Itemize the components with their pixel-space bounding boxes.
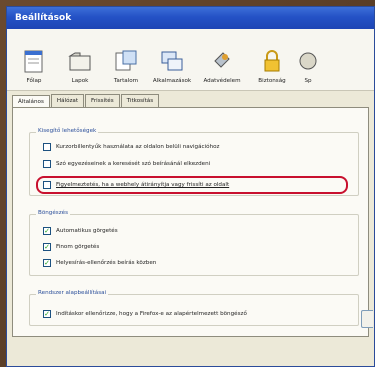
default-browser-legend: Rendszer alapbeállításai: [36, 290, 109, 296]
option-label: Indításkor ellenőrizze, hogy a Firefox-e…: [56, 311, 247, 317]
applications-icon: [161, 51, 183, 71]
tabs-icon: [68, 52, 91, 71]
checkbox-smooth-scroll[interactable]: ✓: [43, 243, 51, 251]
checkbox-autoscroll[interactable]: ✓: [43, 227, 51, 235]
option-smooth-scroll[interactable]: ✓ Finom görgetés: [43, 243, 99, 251]
checkbox-spellcheck[interactable]: ✓: [43, 259, 51, 267]
toolbar-label: Alkalmazások: [152, 78, 192, 84]
security-lock-icon: [264, 50, 280, 72]
option-cursor-navigation[interactable]: Kurzorbillentyűk használata az oldalon b…: [43, 143, 219, 151]
tab-encryption[interactable]: Titkosítás: [120, 94, 160, 107]
checkbox-default-browser-check[interactable]: ✓: [43, 310, 51, 318]
option-spellcheck[interactable]: ✓ Helyesírás-ellenőrzés beírás közben: [43, 259, 156, 267]
window-title: Beállítások: [15, 13, 72, 23]
toolbar-label: Főlap: [26, 78, 42, 84]
settings-toolbar: Főlap Lapok Tartalom Alkalmazások Adatvé…: [7, 29, 374, 91]
advanced-icon: [299, 52, 317, 70]
option-label: Finom görgetés: [56, 244, 100, 250]
tab-update[interactable]: Frissítés: [85, 94, 120, 107]
toolbar-label: Sp: [304, 78, 312, 84]
option-label: Szó egyezéseinek a keresését szó beírásá…: [56, 161, 211, 167]
toolbar-item-applications[interactable]: Alkalmazások: [149, 48, 195, 84]
tab-network[interactable]: Hálózat: [50, 94, 85, 107]
content-icon: [115, 50, 137, 71]
toolbar-item-tabs[interactable]: Lapok: [57, 48, 103, 84]
accessibility-legend: Kisegítő lehetőségek: [36, 128, 99, 134]
toolbar-item-privacy[interactable]: Adatvédelem: [195, 48, 249, 84]
home-page-icon: [24, 50, 43, 73]
toolbar-item-advanced[interactable]: Sp: [295, 48, 321, 84]
checkbox-cursor-navigation[interactable]: [43, 143, 51, 151]
toolbar-label: Lapok: [71, 78, 89, 84]
settings-tabs: Általános Hálózat Frissítés Titkosítás: [12, 94, 160, 108]
option-label: Helyesírás-ellenőrzés beírás közben: [56, 260, 157, 266]
toolbar-label: Adatvédelem: [203, 78, 241, 84]
browsing-legend: Böngészés: [36, 210, 71, 216]
option-label: Kurzorbillentyűk használata az oldalon b…: [56, 144, 220, 150]
option-autoscroll[interactable]: ✓ Automatikus görgetés: [43, 227, 118, 235]
toolbar-item-main[interactable]: Főlap: [11, 48, 57, 84]
window-titlebar[interactable]: Beállítások: [7, 7, 374, 29]
check-now-button-edge[interactable]: [361, 310, 373, 328]
privacy-icon: [214, 52, 230, 68]
option-default-browser-check[interactable]: ✓ Indításkor ellenőrizze, hogy a Firefox…: [43, 310, 247, 318]
checkbox-search-as-type[interactable]: [43, 160, 51, 168]
toolbar-label: Biztonság: [258, 78, 286, 84]
toolbar-label: Tartalom: [113, 78, 139, 84]
option-label: Automatikus görgetés: [56, 228, 118, 234]
toolbar-item-content[interactable]: Tartalom: [103, 48, 149, 84]
toolbar-item-security[interactable]: Biztonság: [249, 48, 295, 84]
option-search-as-type[interactable]: Szó egyezéseinek a keresését szó beírásá…: [43, 160, 210, 168]
tab-panel-general: Kisegítő lehetőségek Kurzorbillentyűk ha…: [12, 107, 369, 337]
annotation-highlight-ellipse: [36, 176, 348, 194]
